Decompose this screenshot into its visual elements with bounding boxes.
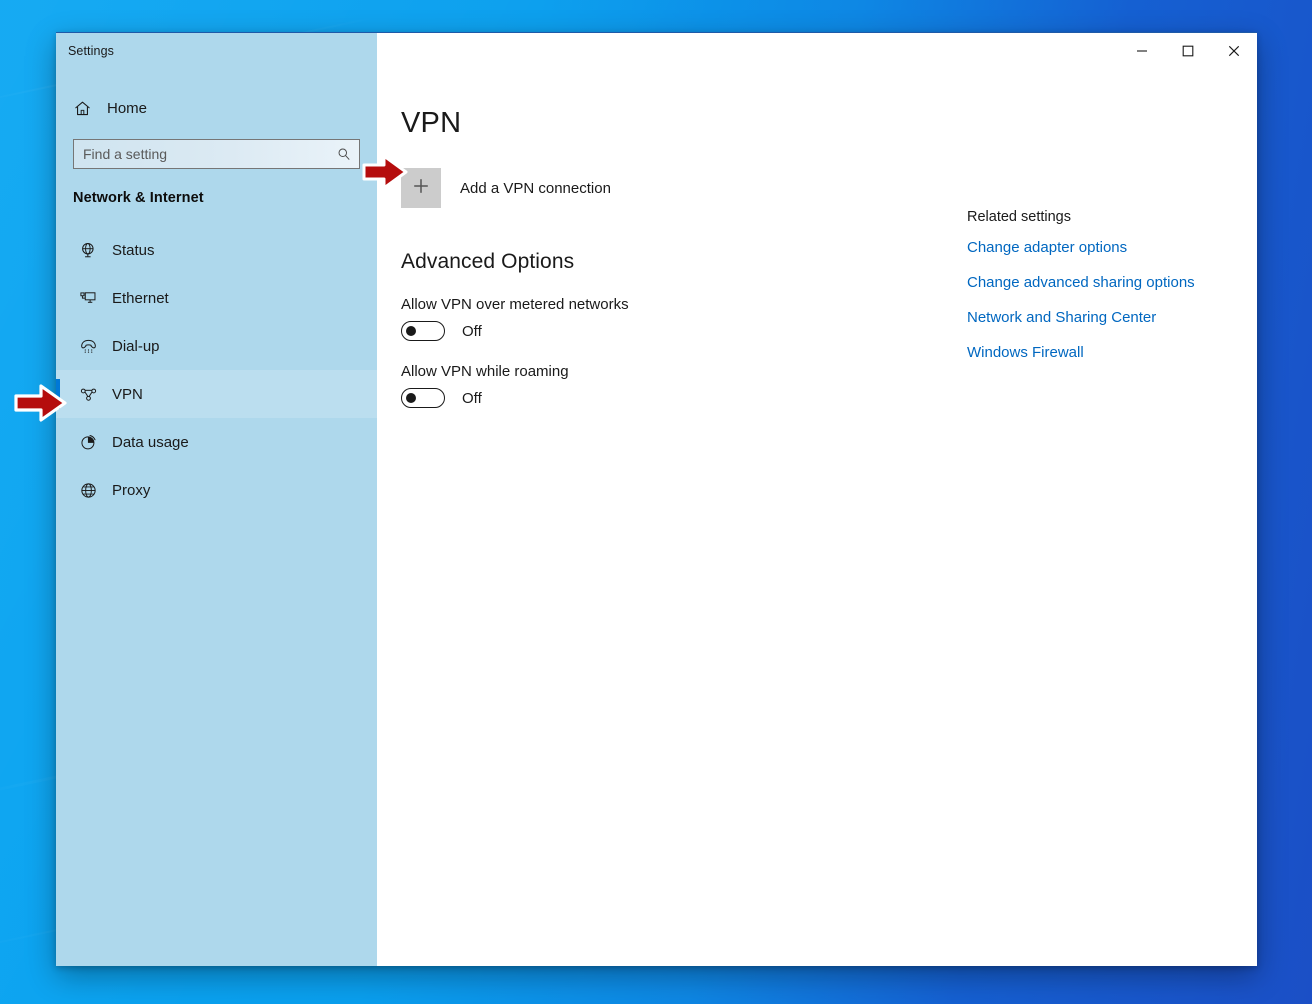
toggle-knob [406, 393, 416, 403]
sidebar-item-data-usage[interactable]: Data usage [56, 418, 377, 466]
window-controls [377, 33, 1257, 69]
sidebar-item-ethernet[interactable]: Ethernet [56, 274, 377, 322]
add-vpn-connection-row[interactable]: Add a VPN connection [401, 168, 731, 208]
advanced-options-title: Advanced Options [401, 250, 575, 273]
sidebar-item-home[interactable]: Home [56, 88, 377, 128]
link-change-advanced-sharing-options[interactable]: Change advanced sharing options [967, 274, 1195, 291]
related-settings-panel: Related settings Change adapter options … [967, 69, 1257, 966]
status-globe-icon [79, 241, 109, 260]
pie-chart-icon [79, 433, 109, 452]
setting-roaming: Allow VPN while roaming Off [401, 363, 967, 408]
sidebar-item-label: VPN [112, 385, 143, 403]
link-windows-firewall[interactable]: Windows Firewall [967, 344, 1084, 361]
setting-label: Allow VPN over metered networks [401, 296, 629, 313]
dialup-phone-icon [79, 337, 109, 356]
close-icon [1228, 45, 1240, 57]
sidebar-item-dial-up[interactable]: Dial-up [56, 322, 377, 370]
toggle-row: Off [401, 321, 967, 341]
vpn-key-icon [79, 385, 109, 404]
toggle-allow-vpn-while-roaming[interactable] [401, 388, 445, 408]
toggle-row: Off [401, 388, 967, 408]
home-icon [73, 99, 103, 118]
sidebar-item-label: Home [107, 99, 148, 117]
sidebar: Home Network & Internet [56, 69, 377, 966]
sidebar-category-title: Network & Internet [73, 190, 204, 206]
sidebar-item-label: Data usage [112, 433, 189, 451]
main-content: VPN Add a VPN connection Advanced Option… [377, 69, 1257, 966]
sidebar-item-vpn[interactable]: VPN [56, 370, 377, 418]
sidebar-item-status[interactable]: Status [56, 226, 377, 274]
sidebar-item-label: Ethernet [112, 289, 169, 307]
sidebar-nav-list: Status Ethernet Dial-up VPN Data usage P… [56, 226, 377, 514]
search-area [56, 128, 377, 169]
search-box[interactable] [73, 139, 360, 169]
title-bar: Settings [56, 33, 1257, 69]
add-vpn-button[interactable] [401, 168, 441, 208]
toggle-state-label: Off [462, 322, 482, 340]
sidebar-item-proxy[interactable]: Proxy [56, 466, 377, 514]
toggle-knob [406, 326, 416, 336]
link-change-adapter-options[interactable]: Change adapter options [967, 239, 1127, 256]
globe-icon [79, 481, 109, 500]
close-button[interactable] [1211, 33, 1257, 69]
toggle-allow-vpn-over-metered-networks[interactable] [401, 321, 445, 341]
window-body: Home Network & Internet [56, 69, 1257, 966]
main-column: VPN Add a VPN connection Advanced Option… [377, 69, 967, 966]
search-input[interactable] [74, 140, 359, 168]
minimize-icon [1136, 45, 1148, 57]
sidebar-item-label: Status [112, 241, 155, 259]
plus-icon [412, 177, 430, 200]
settings-window: Settings Home Find a setting Network & I… [56, 32, 1257, 966]
maximize-button[interactable] [1165, 33, 1211, 69]
add-vpn-label: Add a VPN connection [460, 179, 611, 197]
related-settings-title: Related settings [967, 209, 1071, 225]
setting-metered-networks: Allow VPN over metered networks Off [401, 296, 967, 341]
selection-indicator [56, 379, 60, 409]
app-title: Settings [68, 44, 114, 58]
link-network-and-sharing-center[interactable]: Network and Sharing Center [967, 309, 1156, 326]
minimize-button[interactable] [1119, 33, 1165, 69]
maximize-icon [1182, 45, 1194, 57]
title-bar-left: Settings [56, 33, 377, 69]
setting-label: Allow VPN while roaming [401, 363, 569, 380]
desktop-background: Settings Home Find a setting Network & I… [0, 0, 1312, 1004]
sidebar-item-label: Dial-up [112, 337, 160, 355]
page-title: VPN [401, 107, 462, 139]
sidebar-item-label: Proxy [112, 481, 151, 499]
toggle-state-label: Off [462, 389, 482, 407]
ethernet-icon [79, 289, 109, 308]
